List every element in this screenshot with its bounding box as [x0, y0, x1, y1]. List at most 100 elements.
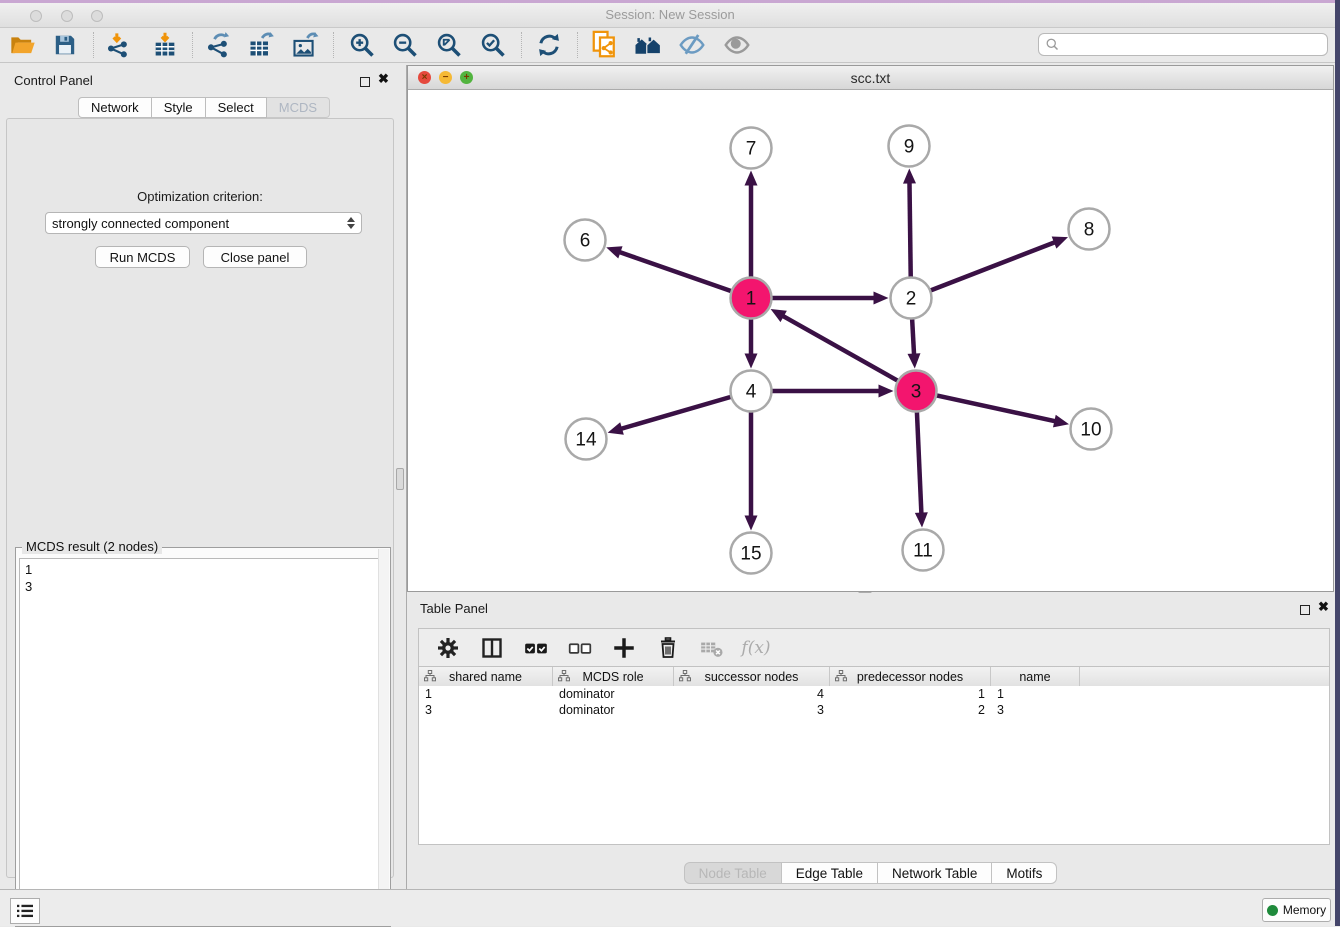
node-6[interactable]: 6 [565, 220, 606, 261]
task-history-button[interactable] [10, 898, 40, 924]
control-panel-title: Control Panel [14, 73, 93, 88]
window-title: Session: New Session [0, 7, 1340, 22]
edge-1-2[interactable] [772, 292, 889, 305]
node-11[interactable]: 11 [903, 530, 944, 571]
open-file-icon[interactable] [6, 30, 40, 60]
float-table-panel-icon[interactable] [1300, 602, 1310, 620]
node-7[interactable]: 7 [731, 128, 772, 169]
edge-arrowhead [745, 171, 758, 186]
import-network-icon[interactable] [101, 30, 135, 60]
delete-row-icon[interactable] [653, 633, 683, 663]
close-panel-icon[interactable]: ✖ [378, 71, 389, 87]
mcds-result-group: MCDS result (2 nodes) 1 3 [15, 547, 391, 927]
table-row[interactable]: 1dominator411 [419, 686, 1329, 702]
column-header-MCDS-role[interactable]: MCDS role [553, 667, 674, 686]
column-header-name[interactable]: name [991, 667, 1080, 686]
edge-4-15[interactable] [745, 412, 758, 531]
node-14[interactable]: 14 [566, 419, 607, 460]
memory-button[interactable]: Memory [1262, 898, 1331, 922]
refresh-layout-icon[interactable] [532, 30, 566, 60]
run-mcds-button[interactable]: Run MCDS [95, 246, 190, 268]
split-divider-handle[interactable] [396, 468, 404, 490]
node-10[interactable]: 10 [1071, 409, 1112, 450]
node-table[interactable]: shared nameMCDS rolesuccessor nodesprede… [418, 666, 1330, 845]
hide-panels-icon[interactable] [675, 30, 709, 60]
table-cell: 3 [991, 702, 1080, 718]
table-cell: 1 [830, 686, 991, 702]
node-label: 10 [1080, 420, 1101, 441]
tab-style[interactable]: Style [152, 97, 206, 118]
network-overview-icon[interactable] [631, 30, 665, 60]
delete-table-icon[interactable] [697, 633, 727, 663]
edge-1-7[interactable] [745, 171, 758, 278]
tab-mcds[interactable]: MCDS [267, 97, 330, 118]
tab-select[interactable]: Select [206, 97, 267, 118]
control-panel: Control Panel ✖ Network Style Select MCD… [0, 65, 400, 885]
edge-4-14[interactable] [608, 397, 732, 435]
tab-network[interactable]: Network [78, 97, 152, 118]
node-label: 14 [575, 430, 597, 451]
column-header-predecessor-nodes[interactable]: predecessor nodes [830, 667, 991, 686]
column-attribute-icon [835, 670, 847, 682]
node-label: 8 [1084, 220, 1095, 241]
edge-2-3[interactable] [907, 318, 920, 368]
tab-network-table[interactable]: Network Table [878, 862, 992, 884]
node-9[interactable]: 9 [889, 126, 930, 167]
main-toolbar [0, 28, 1340, 63]
edge-3-10[interactable] [936, 395, 1069, 427]
table-cell: 3 [674, 702, 830, 718]
zoom-selected-icon[interactable] [476, 30, 510, 60]
edge-3-1[interactable] [771, 309, 899, 381]
select-all-icon[interactable] [521, 633, 551, 663]
network-graph-canvas[interactable]: 7 9 6 8 1 2 4 3 14 10 15 11 [408, 91, 1333, 591]
duplicate-network-icon[interactable] [588, 30, 622, 60]
import-table-icon[interactable] [148, 30, 182, 60]
edge-arrowhead [879, 385, 894, 398]
node-2[interactable]: 2 [891, 278, 932, 319]
toolbar-separator [521, 32, 522, 58]
tab-motifs[interactable]: Motifs [992, 862, 1057, 884]
save-session-icon[interactable] [48, 30, 82, 60]
node-3[interactable]: 3 [896, 371, 937, 412]
show-panels-icon[interactable] [720, 30, 754, 60]
column-header-shared-name[interactable]: shared name [419, 667, 553, 686]
export-table-icon[interactable] [244, 30, 278, 60]
float-panel-icon[interactable] [360, 74, 370, 92]
node-8[interactable]: 8 [1069, 209, 1110, 250]
edge-1-6[interactable] [606, 246, 731, 291]
window-titlebar: Session: New Session [0, 0, 1340, 28]
export-network-icon[interactable] [201, 30, 235, 60]
node-label: 7 [746, 139, 757, 160]
toolbar-search[interactable] [1038, 33, 1328, 56]
column-attribute-icon [558, 670, 570, 682]
node-1[interactable]: 1 [731, 278, 772, 319]
result-scrollbar[interactable] [378, 549, 389, 913]
edge-4-3[interactable] [772, 385, 894, 398]
zoom-fit-icon[interactable] [432, 30, 466, 60]
search-input[interactable] [1060, 38, 1327, 52]
settings-gear-icon[interactable] [433, 633, 463, 663]
edge-3-11[interactable] [915, 411, 928, 527]
column-attribute-icon [679, 670, 691, 682]
zoom-out-icon[interactable] [388, 30, 422, 60]
desktop-edge-right [1335, 0, 1340, 926]
edge-2-9[interactable] [903, 168, 916, 277]
tab-edge-table[interactable]: Edge Table [782, 862, 878, 884]
node-15[interactable]: 15 [731, 533, 772, 574]
column-header-successor-nodes[interactable]: successor nodes [674, 667, 830, 686]
close-table-panel-icon[interactable]: ✖ [1318, 599, 1329, 615]
show-column-icon[interactable] [477, 633, 507, 663]
optimization-criterion-select[interactable]: strongly connected component [45, 212, 362, 234]
export-image-icon[interactable] [288, 30, 322, 60]
mcds-result-text[interactable]: 1 3 [19, 558, 388, 924]
close-panel-button[interactable]: Close panel [203, 246, 307, 268]
node-4[interactable]: 4 [731, 371, 772, 412]
table-row[interactable]: 3dominator323 [419, 702, 1329, 718]
function-builder-icon[interactable]: f(x) [741, 633, 771, 663]
edge-1-4[interactable] [745, 319, 758, 369]
deselect-all-icon[interactable] [565, 633, 595, 663]
tab-node-table[interactable]: Node Table [684, 862, 782, 884]
zoom-in-icon[interactable] [345, 30, 379, 60]
add-row-icon[interactable] [609, 633, 639, 663]
edge-2-8[interactable] [930, 236, 1068, 290]
